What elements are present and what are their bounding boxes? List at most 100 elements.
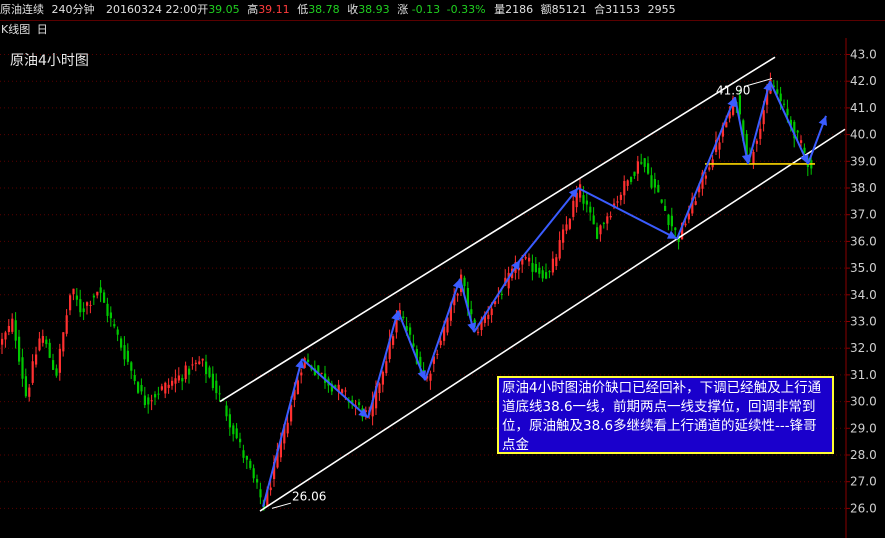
candle-body: [636, 161, 639, 174]
candle-body: [562, 229, 565, 243]
candle-body: [1, 338, 4, 345]
zigzag-segment: [301, 358, 369, 419]
open-label: 开: [197, 3, 209, 16]
oi-label: 合: [594, 3, 606, 16]
candle-body: [439, 340, 442, 346]
candle-body: [205, 361, 208, 375]
oi-value: 31153: [605, 3, 641, 16]
candle-body: [252, 468, 255, 479]
change-label: 涨: [397, 3, 409, 16]
candle-body: [524, 256, 527, 259]
candle-body: [300, 372, 303, 376]
candle-body: [242, 450, 245, 458]
candle-body: [783, 103, 786, 105]
candle-body: [653, 179, 656, 188]
candle-body: [126, 350, 129, 362]
candle-body: [164, 382, 167, 394]
candle-body: [259, 489, 262, 498]
y-tick-label: 29.0: [850, 421, 877, 435]
candle-body: [296, 380, 299, 395]
candle-body: [694, 201, 697, 205]
candle-body: [75, 295, 78, 300]
candle-body: [79, 299, 82, 313]
candle-body: [18, 336, 21, 362]
kline-tab[interactable]: K线图: [1, 21, 30, 39]
candle-body: [579, 184, 582, 198]
candle-body: [208, 367, 211, 378]
candle-body: [109, 312, 112, 319]
chart-title: 原油4小时图: [10, 53, 89, 69]
candle-body: [14, 320, 17, 341]
candle-body: [106, 303, 109, 316]
y-tick-label: 36.0: [850, 234, 877, 248]
candle-body: [232, 425, 235, 435]
candle-body: [409, 327, 412, 335]
day-icon[interactable]: 日: [37, 21, 48, 39]
candle-body: [545, 272, 548, 279]
candle-body: [269, 487, 272, 491]
candle-body: [286, 422, 289, 434]
candle-body: [623, 181, 626, 196]
price-label: 41.90: [716, 84, 750, 98]
period-label: 240分钟: [51, 3, 95, 16]
candle-body: [188, 368, 191, 375]
candle-body: [800, 140, 803, 143]
candle-body: [541, 270, 544, 279]
amount-value: 85121: [551, 3, 587, 16]
volume-value: 2186: [505, 3, 534, 16]
candle-body: [256, 479, 259, 483]
candle-body: [239, 438, 242, 443]
candle-body: [96, 291, 99, 296]
candle-body: [52, 360, 55, 370]
candle-body: [568, 218, 571, 229]
zigzag-segment: [367, 310, 399, 418]
zigzag-segment: [262, 358, 303, 508]
candle-body: [616, 201, 619, 203]
high-label: 高: [247, 3, 259, 16]
candle-body: [684, 223, 687, 226]
y-axis: 43.0 42.0 41.0 40.0 39.0 38.0 37.0 36.0 35.0 34.0…: [845, 38, 877, 538]
candle-body: [249, 460, 252, 468]
candle-body: [667, 214, 670, 225]
candle-body: [609, 215, 612, 218]
candle-body: [796, 130, 799, 133]
candle-body: [177, 375, 180, 381]
candle-body: [674, 227, 677, 231]
candle-body: [718, 142, 721, 150]
candle-body: [86, 302, 89, 306]
low-label: 低: [297, 3, 309, 16]
zigzag-segment: [676, 96, 736, 240]
candle-body: [45, 339, 48, 345]
zigzag-segment: [769, 80, 809, 165]
y-tick-label: 35.0: [850, 261, 877, 275]
zigzag-segment: [747, 80, 771, 165]
candle-body: [82, 308, 85, 313]
candle-body: [307, 359, 310, 363]
open-value: 39.05: [208, 3, 240, 16]
candle-body: [558, 240, 561, 259]
y-tick-label: 42.0: [850, 74, 877, 88]
candle-body: [225, 405, 228, 417]
y-tick-label: 31.0: [850, 368, 877, 382]
candle-body: [647, 163, 650, 174]
candle-body: [429, 373, 432, 381]
candle-body: [194, 362, 197, 364]
candle-body: [7, 325, 10, 332]
candle-body: [99, 287, 102, 293]
zigzag-segment: [734, 97, 749, 165]
candle-body: [619, 194, 622, 200]
candle-body: [147, 397, 150, 405]
candle-body: [198, 361, 201, 365]
close-value: 38.93: [358, 3, 390, 16]
candle-body: [31, 361, 34, 383]
candle-body: [585, 200, 588, 205]
candle-body: [762, 110, 765, 125]
candle-body: [92, 295, 95, 298]
candle-body: [463, 277, 466, 287]
y-tick-label: 40.0: [850, 128, 877, 142]
price-label: 26.06: [292, 489, 326, 503]
candle-body: [130, 362, 133, 371]
candle-body: [602, 222, 605, 224]
candle-body: [55, 368, 58, 376]
extra-value: 2955: [647, 3, 676, 16]
